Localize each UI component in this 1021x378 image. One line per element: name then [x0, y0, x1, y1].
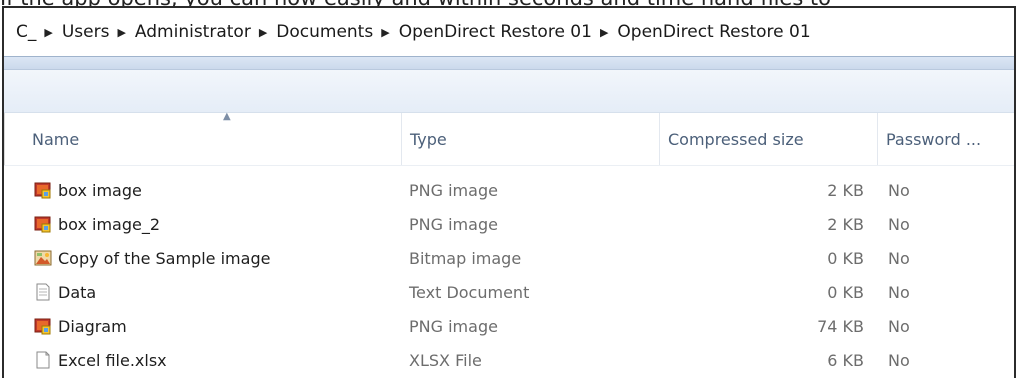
png-image-icon	[34, 215, 52, 233]
file-compressed-size: 0 KB	[827, 248, 864, 268]
column-header-label: Type	[410, 129, 447, 149]
file-name: Copy of the Sample image	[58, 248, 271, 268]
breadcrumb-administrator[interactable]: Administrator	[135, 22, 251, 42]
file-name-cell[interactable]: Copy of the Sample image	[34, 241, 270, 275]
file-password-protected: No	[888, 350, 910, 370]
chevron-right-icon[interactable]: ▶	[259, 26, 267, 39]
breadcrumb-label: Administrator	[134, 22, 251, 42]
breadcrumb-documents[interactable]: Documents	[276, 22, 373, 42]
file-password-protected: No	[888, 248, 910, 268]
column-header-label: Password ...	[886, 129, 982, 149]
column-header-password[interactable]: Password ...	[878, 113, 1014, 165]
breadcrumb-label: OpenDirect Restore 01	[617, 22, 811, 42]
breadcrumb-drive[interactable]: C_	[16, 22, 36, 42]
file-type: XLSX File	[409, 350, 482, 370]
column-header-label: Compressed size	[668, 129, 804, 149]
file-name-cell[interactable]: Data	[34, 275, 96, 309]
address-bar[interactable]: C_ ▶ Users ▶ Administrator ▶ Documents ▶…	[4, 8, 1014, 57]
file-name-cell[interactable]: box image_2	[34, 207, 160, 241]
file-password-protected: No	[888, 180, 910, 200]
file-name: Excel file.xlsx	[58, 350, 167, 370]
file-compressed-size: 2 KB	[827, 214, 864, 234]
file-row[interactable]: Excel file.xlsx XLSX File 6 KB No	[4, 343, 1014, 377]
file-row[interactable]: box image_2 PNG image 2 KB No	[4, 207, 1014, 241]
breadcrumb-label: OpenDirect Restore 01	[398, 22, 592, 42]
column-header-type[interactable]: Type	[402, 113, 660, 165]
breadcrumb-label: C_	[16, 22, 37, 42]
file-password-protected: No	[888, 214, 910, 234]
png-image-icon	[34, 317, 52, 335]
file-name-cell[interactable]: Diagram	[34, 309, 127, 343]
breadcrumb-restore-subfolder[interactable]: OpenDirect Restore 01	[617, 22, 810, 42]
file-name: Data	[58, 282, 97, 302]
file-compressed-size: 74 KB	[817, 316, 864, 336]
file-type: PNG image	[409, 180, 498, 200]
file-type: Text Document	[409, 282, 530, 302]
breadcrumb-restore-folder[interactable]: OpenDirect Restore 01	[399, 22, 592, 42]
file-compressed-size: 0 KB	[827, 282, 864, 302]
file-type: PNG image	[409, 316, 498, 336]
explorer-window: C_ ▶ Users ▶ Administrator ▶ Documents ▶…	[2, 6, 1016, 378]
command-bar	[4, 70, 1014, 113]
column-header-compressed-size[interactable]: Compressed size	[660, 113, 878, 165]
bitmap-image-icon	[34, 249, 52, 267]
file-name: Diagram	[58, 316, 127, 336]
file-name: box image_2	[58, 214, 161, 234]
chevron-right-icon[interactable]: ▶	[600, 26, 608, 39]
file-list: Name ▲ Type Compressed size Password ...…	[4, 111, 1014, 370]
file-rows: box image PNG image 2 KB No box image_2 PNG i…	[4, 173, 1014, 377]
chevron-right-icon[interactable]: ▶	[381, 26, 389, 39]
breadcrumb-users[interactable]: Users	[62, 22, 110, 42]
file-row[interactable]: Data Text Document 0 KB No	[4, 275, 1014, 309]
column-header-name[interactable]: Name ▲	[24, 111, 402, 165]
file-password-protected: No	[888, 316, 910, 336]
file-compressed-size: 2 KB	[827, 180, 864, 200]
toolbar-divider	[4, 57, 1014, 70]
sort-ascending-icon: ▲	[223, 111, 231, 122]
column-header-row: Name ▲ Type Compressed size Password ...	[4, 111, 1014, 166]
chevron-right-icon[interactable]: ▶	[117, 26, 125, 39]
chevron-right-icon[interactable]: ▶	[44, 26, 52, 39]
breadcrumb-label: Users	[61, 22, 110, 42]
file-name-cell[interactable]: box image	[34, 173, 142, 207]
file-type: PNG image	[409, 214, 498, 234]
file-password-protected: No	[888, 282, 910, 302]
file-type: Bitmap image	[409, 248, 522, 268]
file-name: box image	[58, 180, 142, 200]
file-row[interactable]: box image PNG image 2 KB No	[4, 173, 1014, 207]
column-header-label: Name	[32, 129, 80, 149]
file-icon	[34, 351, 52, 369]
breadcrumb-label: Documents	[276, 22, 374, 42]
file-compressed-size: 6 KB	[827, 350, 864, 370]
text-document-icon	[34, 283, 52, 301]
file-row[interactable]: Diagram PNG image 74 KB No	[4, 309, 1014, 343]
png-image-icon	[34, 181, 52, 199]
file-name-cell[interactable]: Excel file.xlsx	[34, 343, 167, 377]
file-row[interactable]: Copy of the Sample image Bitmap image 0 KB…	[4, 241, 1014, 275]
